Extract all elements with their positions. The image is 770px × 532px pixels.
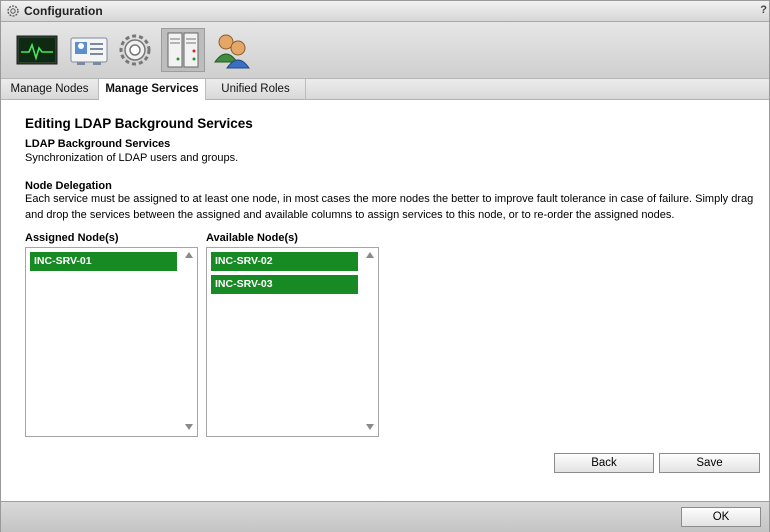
available-nodes-label: Available Node(s): [206, 232, 298, 244]
tab-bar: Manage Nodes Manage Services Unified Rol…: [1, 79, 769, 100]
icon-toolbar: [1, 22, 769, 79]
delegation-text: Each service must be assigned to at leas…: [25, 193, 754, 221]
available-node-item[interactable]: INC-SRV-03: [211, 275, 358, 294]
available-node-item[interactable]: INC-SRV-02: [211, 252, 358, 271]
dialog-footer: OK: [1, 501, 769, 532]
monitor-icon[interactable]: [15, 28, 59, 72]
gear-icon: [7, 5, 19, 17]
users-icon[interactable]: [211, 28, 255, 72]
contact-card-icon[interactable]: [67, 28, 111, 72]
ok-button[interactable]: OK: [681, 507, 761, 527]
tab-manage-services[interactable]: Manage Services: [99, 79, 206, 100]
assigned-node-item[interactable]: INC-SRV-01: [30, 252, 177, 271]
service-description: Synchronization of LDAP users and groups…: [25, 152, 239, 164]
tab-unified-roles[interactable]: Unified Roles: [206, 79, 306, 99]
assigned-nodes-label: Assigned Node(s): [25, 232, 119, 244]
available-nodes-list[interactable]: INC-SRV-02 INC-SRV-03: [206, 247, 379, 437]
gear-icon[interactable]: [113, 28, 157, 72]
back-button[interactable]: Back: [554, 453, 654, 473]
save-button[interactable]: Save: [659, 453, 760, 473]
scroll-up-icon[interactable]: [366, 252, 374, 258]
scroll-down-icon[interactable]: [185, 424, 193, 430]
title-bar: Configuration ?: [1, 1, 769, 22]
help-icon[interactable]: ?: [760, 4, 767, 16]
configuration-window: Configuration ? Manage Nodes Manage Serv…: [0, 0, 770, 532]
service-title: LDAP Background Services: [25, 138, 171, 150]
window-title: Configuration: [24, 4, 103, 18]
scroll-up-icon[interactable]: [185, 252, 193, 258]
assigned-nodes-list[interactable]: INC-SRV-01: [25, 247, 198, 437]
scroll-down-icon[interactable]: [366, 424, 374, 430]
page-title: Editing LDAP Background Services: [25, 116, 253, 131]
tab-manage-nodes[interactable]: Manage Nodes: [1, 79, 99, 99]
server-icon[interactable]: [161, 28, 205, 72]
